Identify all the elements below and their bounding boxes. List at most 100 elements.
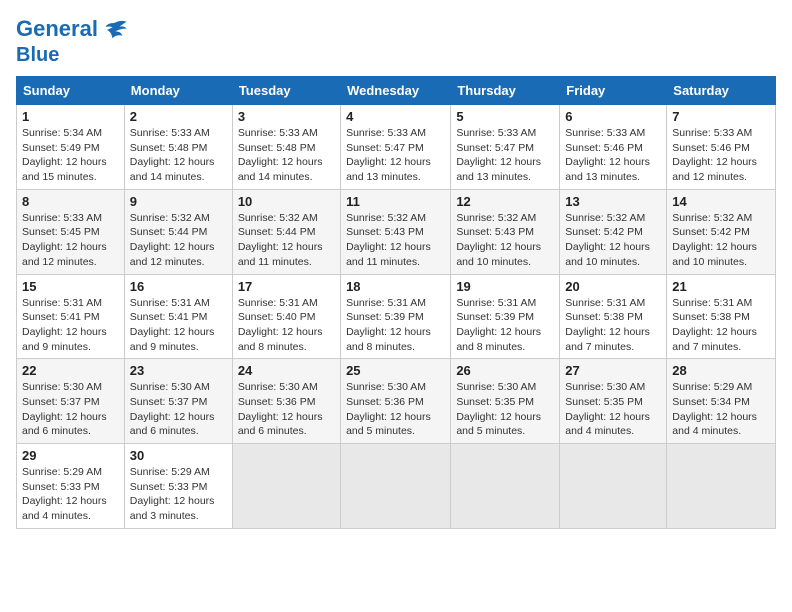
page-header: General Blue: [16, 16, 776, 66]
calendar-day-cell: 22 Sunrise: 5:30 AMSunset: 5:37 PMDaylig…: [17, 359, 125, 444]
calendar-week-row: 22 Sunrise: 5:30 AMSunset: 5:37 PMDaylig…: [17, 359, 776, 444]
calendar-day-cell: 20 Sunrise: 5:31 AMSunset: 5:38 PMDaylig…: [560, 274, 667, 359]
calendar-day-cell: 3 Sunrise: 5:33 AMSunset: 5:48 PMDayligh…: [232, 105, 340, 190]
day-info: Sunrise: 5:30 AMSunset: 5:37 PMDaylight:…: [22, 381, 107, 437]
day-info: Sunrise: 5:31 AMSunset: 5:39 PMDaylight:…: [346, 297, 431, 353]
calendar-day-cell: 26 Sunrise: 5:30 AMSunset: 5:35 PMDaylig…: [451, 359, 560, 444]
day-info: Sunrise: 5:33 AMSunset: 5:47 PMDaylight:…: [346, 127, 431, 183]
day-number: 11: [346, 194, 445, 209]
day-number: 27: [565, 363, 661, 378]
calendar-day-cell: 14 Sunrise: 5:32 AMSunset: 5:42 PMDaylig…: [667, 189, 776, 274]
calendar-day-cell: 4 Sunrise: 5:33 AMSunset: 5:47 PMDayligh…: [341, 105, 451, 190]
day-info: Sunrise: 5:30 AMSunset: 5:37 PMDaylight:…: [130, 381, 215, 437]
day-number: 30: [130, 448, 227, 463]
day-info: Sunrise: 5:33 AMSunset: 5:48 PMDaylight:…: [130, 127, 215, 183]
header-day-monday: Monday: [124, 77, 232, 105]
calendar-day-cell: 5 Sunrise: 5:33 AMSunset: 5:47 PMDayligh…: [451, 105, 560, 190]
day-info: Sunrise: 5:29 AMSunset: 5:33 PMDaylight:…: [22, 466, 107, 522]
day-number: 17: [238, 279, 335, 294]
calendar-day-cell: 11 Sunrise: 5:32 AMSunset: 5:43 PMDaylig…: [341, 189, 451, 274]
calendar-week-row: 1 Sunrise: 5:34 AMSunset: 5:49 PMDayligh…: [17, 105, 776, 190]
day-number: 8: [22, 194, 119, 209]
day-number: 6: [565, 109, 661, 124]
calendar-day-cell: [667, 444, 776, 529]
day-number: 25: [346, 363, 445, 378]
day-number: 3: [238, 109, 335, 124]
day-number: 10: [238, 194, 335, 209]
day-info: Sunrise: 5:31 AMSunset: 5:38 PMDaylight:…: [565, 297, 650, 353]
day-number: 4: [346, 109, 445, 124]
calendar-day-cell: 13 Sunrise: 5:32 AMSunset: 5:42 PMDaylig…: [560, 189, 667, 274]
header-day-sunday: Sunday: [17, 77, 125, 105]
day-number: 20: [565, 279, 661, 294]
calendar-week-row: 15 Sunrise: 5:31 AMSunset: 5:41 PMDaylig…: [17, 274, 776, 359]
calendar-day-cell: [451, 444, 560, 529]
calendar-day-cell: 1 Sunrise: 5:34 AMSunset: 5:49 PMDayligh…: [17, 105, 125, 190]
day-number: 7: [672, 109, 770, 124]
day-info: Sunrise: 5:29 AMSunset: 5:33 PMDaylight:…: [130, 466, 215, 522]
calendar-day-cell: 16 Sunrise: 5:31 AMSunset: 5:41 PMDaylig…: [124, 274, 232, 359]
calendar-week-row: 8 Sunrise: 5:33 AMSunset: 5:45 PMDayligh…: [17, 189, 776, 274]
header-day-wednesday: Wednesday: [341, 77, 451, 105]
day-number: 21: [672, 279, 770, 294]
calendar-day-cell: 23 Sunrise: 5:30 AMSunset: 5:37 PMDaylig…: [124, 359, 232, 444]
day-number: 1: [22, 109, 119, 124]
day-number: 19: [456, 279, 554, 294]
calendar-day-cell: [560, 444, 667, 529]
day-info: Sunrise: 5:33 AMSunset: 5:45 PMDaylight:…: [22, 212, 107, 268]
calendar-day-cell: [341, 444, 451, 529]
calendar-day-cell: 12 Sunrise: 5:32 AMSunset: 5:43 PMDaylig…: [451, 189, 560, 274]
day-number: 28: [672, 363, 770, 378]
header-day-friday: Friday: [560, 77, 667, 105]
calendar-day-cell: 25 Sunrise: 5:30 AMSunset: 5:36 PMDaylig…: [341, 359, 451, 444]
day-info: Sunrise: 5:30 AMSunset: 5:35 PMDaylight:…: [456, 381, 541, 437]
calendar-day-cell: 10 Sunrise: 5:32 AMSunset: 5:44 PMDaylig…: [232, 189, 340, 274]
day-info: Sunrise: 5:32 AMSunset: 5:43 PMDaylight:…: [346, 212, 431, 268]
day-info: Sunrise: 5:30 AMSunset: 5:36 PMDaylight:…: [238, 381, 323, 437]
calendar-day-cell: 24 Sunrise: 5:30 AMSunset: 5:36 PMDaylig…: [232, 359, 340, 444]
day-info: Sunrise: 5:30 AMSunset: 5:35 PMDaylight:…: [565, 381, 650, 437]
day-number: 2: [130, 109, 227, 124]
day-number: 29: [22, 448, 119, 463]
day-info: Sunrise: 5:32 AMSunset: 5:42 PMDaylight:…: [565, 212, 650, 268]
day-info: Sunrise: 5:33 AMSunset: 5:47 PMDaylight:…: [456, 127, 541, 183]
logo: General Blue: [16, 16, 128, 66]
calendar-table: SundayMondayTuesdayWednesdayThursdayFrid…: [16, 76, 776, 529]
day-number: 26: [456, 363, 554, 378]
calendar-day-cell: 27 Sunrise: 5:30 AMSunset: 5:35 PMDaylig…: [560, 359, 667, 444]
day-info: Sunrise: 5:32 AMSunset: 5:44 PMDaylight:…: [130, 212, 215, 268]
calendar-day-cell: 2 Sunrise: 5:33 AMSunset: 5:48 PMDayligh…: [124, 105, 232, 190]
day-info: Sunrise: 5:33 AMSunset: 5:46 PMDaylight:…: [565, 127, 650, 183]
day-number: 14: [672, 194, 770, 209]
day-info: Sunrise: 5:33 AMSunset: 5:46 PMDaylight:…: [672, 127, 757, 183]
day-number: 22: [22, 363, 119, 378]
day-info: Sunrise: 5:31 AMSunset: 5:40 PMDaylight:…: [238, 297, 323, 353]
day-info: Sunrise: 5:31 AMSunset: 5:38 PMDaylight:…: [672, 297, 757, 353]
calendar-day-cell: 8 Sunrise: 5:33 AMSunset: 5:45 PMDayligh…: [17, 189, 125, 274]
calendar-day-cell: 30 Sunrise: 5:29 AMSunset: 5:33 PMDaylig…: [124, 444, 232, 529]
day-info: Sunrise: 5:30 AMSunset: 5:36 PMDaylight:…: [346, 381, 431, 437]
header-day-tuesday: Tuesday: [232, 77, 340, 105]
calendar-day-cell: 29 Sunrise: 5:29 AMSunset: 5:33 PMDaylig…: [17, 444, 125, 529]
calendar-header-row: SundayMondayTuesdayWednesdayThursdayFrid…: [17, 77, 776, 105]
calendar-day-cell: 15 Sunrise: 5:31 AMSunset: 5:41 PMDaylig…: [17, 274, 125, 359]
calendar-day-cell: 9 Sunrise: 5:32 AMSunset: 5:44 PMDayligh…: [124, 189, 232, 274]
day-info: Sunrise: 5:33 AMSunset: 5:48 PMDaylight:…: [238, 127, 323, 183]
day-info: Sunrise: 5:31 AMSunset: 5:39 PMDaylight:…: [456, 297, 541, 353]
calendar-day-cell: 7 Sunrise: 5:33 AMSunset: 5:46 PMDayligh…: [667, 105, 776, 190]
day-info: Sunrise: 5:32 AMSunset: 5:42 PMDaylight:…: [672, 212, 757, 268]
day-info: Sunrise: 5:32 AMSunset: 5:44 PMDaylight:…: [238, 212, 323, 268]
day-number: 18: [346, 279, 445, 294]
day-info: Sunrise: 5:34 AMSunset: 5:49 PMDaylight:…: [22, 127, 107, 183]
logo-bird-icon: [100, 16, 128, 44]
calendar-day-cell: 19 Sunrise: 5:31 AMSunset: 5:39 PMDaylig…: [451, 274, 560, 359]
day-number: 13: [565, 194, 661, 209]
day-info: Sunrise: 5:31 AMSunset: 5:41 PMDaylight:…: [22, 297, 107, 353]
calendar-day-cell: 28 Sunrise: 5:29 AMSunset: 5:34 PMDaylig…: [667, 359, 776, 444]
day-number: 5: [456, 109, 554, 124]
day-number: 9: [130, 194, 227, 209]
logo-text: General: [16, 16, 128, 44]
header-day-thursday: Thursday: [451, 77, 560, 105]
day-info: Sunrise: 5:32 AMSunset: 5:43 PMDaylight:…: [456, 212, 541, 268]
calendar-day-cell: 21 Sunrise: 5:31 AMSunset: 5:38 PMDaylig…: [667, 274, 776, 359]
